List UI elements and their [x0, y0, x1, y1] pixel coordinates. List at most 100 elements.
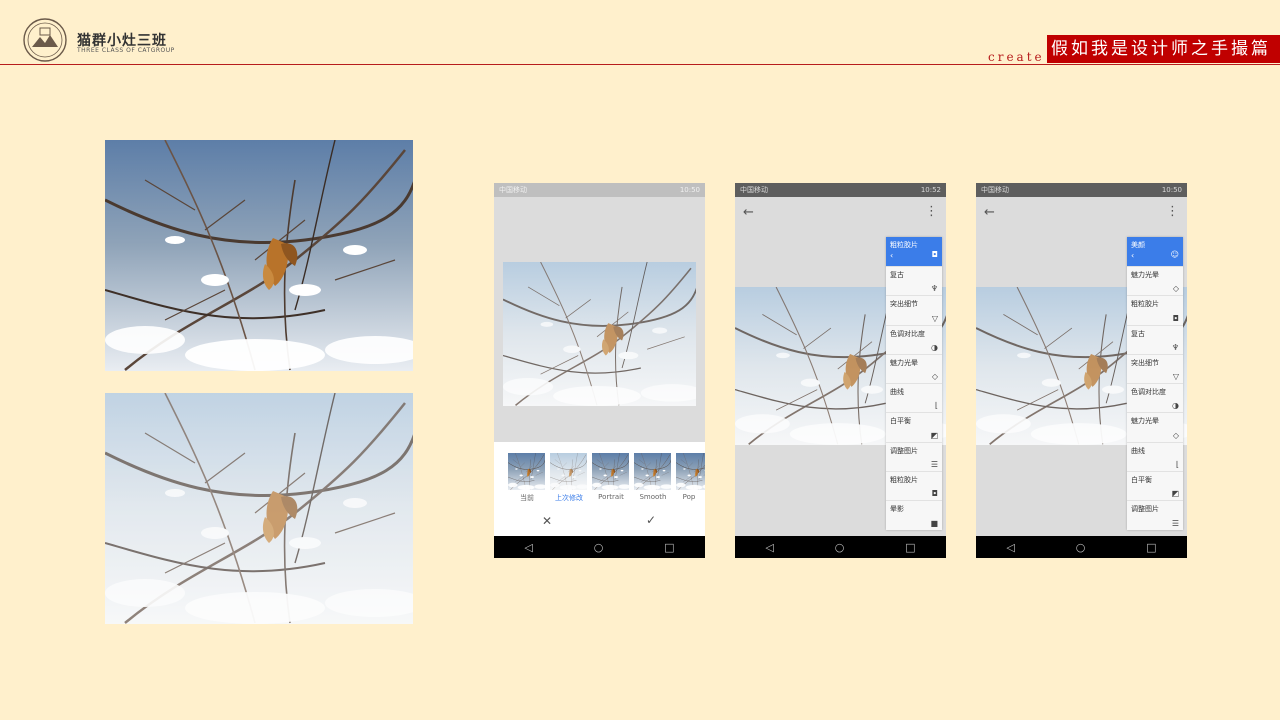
nav-back-icon[interactable]: ◁ — [1006, 541, 1014, 554]
filter-thumb-portrait[interactable] — [592, 453, 629, 490]
phone-screenshot-filters: 中国移动 10:50 当前 上次修改 Portrait Smooth Pop ✕… — [494, 183, 705, 558]
menu-item-label: 魅力光晕 — [1131, 417, 1159, 426]
menu-item-label: 曲线 — [1131, 446, 1145, 455]
menu-header[interactable]: 粗粒胶片 ‹ ◘ — [886, 237, 942, 266]
menu-item[interactable]: 调整图片 ☰ — [886, 441, 942, 471]
nav-home-icon[interactable]: ○ — [835, 541, 845, 554]
filter-thumb-smooth[interactable] — [634, 453, 671, 490]
back-arrow-icon[interactable]: ← — [984, 205, 995, 220]
menu-item[interactable]: 白平衡 ◩ — [1127, 471, 1183, 500]
tools-menu: 粗粒胶片 ‹ ◘ 复古 ♆ 突出细节 ▽ 色调对比度 ◑ 魅力光晕 ◇ 曲线 ⌊ 白平衡 ◩… — [886, 237, 942, 530]
menu-item-label: 粗粒胶片 — [890, 476, 918, 485]
menu-item[interactable]: 晕影 ■ — [886, 500, 942, 529]
menu-item[interactable]: 粗粒胶片 ◘ — [886, 471, 942, 500]
app-top-bar: ← ⋮ — [976, 197, 1187, 230]
menu-item-label: 调整图片 — [1131, 505, 1159, 514]
menu-header[interactable]: 美颜 ‹ ☺ — [1127, 237, 1183, 266]
menu-item[interactable]: 突出细节 ▽ — [886, 295, 942, 324]
menu-item[interactable]: 色调对比度 ◑ — [1127, 383, 1183, 412]
android-nav-bar: ◁ ○ □ — [976, 536, 1187, 558]
filter-thumb-last-edit[interactable] — [550, 453, 587, 490]
menu-item[interactable]: 魅力光晕 ◇ — [886, 353, 942, 383]
close-icon[interactable]: ✕ — [542, 514, 552, 528]
nav-back-icon[interactable]: ◁ — [524, 541, 532, 554]
carrier-label: 中国移动 — [499, 186, 527, 194]
chevron-left-icon[interactable]: ‹ — [1131, 251, 1134, 260]
more-vert-icon[interactable]: ⋮ — [925, 204, 938, 219]
filter-label: Smooth — [639, 493, 667, 501]
face-icon: ☺ — [1170, 250, 1179, 259]
status-bar: 中国移动 10:50 — [494, 183, 705, 197]
white-balance-icon: ◩ — [930, 430, 938, 440]
menu-item[interactable]: 色调对比度 ◑ — [886, 324, 942, 354]
tune-icon: ☰ — [1171, 518, 1179, 528]
menu-item[interactable]: 曲线 ⌊ — [1127, 441, 1183, 471]
tune-icon: ☰ — [930, 460, 938, 470]
menu-item[interactable]: 调整图片 ☰ — [1127, 500, 1183, 529]
menu-item-label: 复古 — [890, 271, 904, 279]
filter-thumb-current[interactable] — [508, 453, 545, 490]
brand-logo — [22, 17, 68, 67]
grain-icon: ◘ — [931, 489, 938, 499]
tools-menu: 美颜 ‹ ☺ 魅力光晕 ◇ 粗粒胶片 ◘ 复古 ♆ 突出细节 ▽ 色调对比度 ◑ 魅力光晕… — [1127, 237, 1183, 530]
menu-item[interactable]: 突出细节 ▽ — [1127, 353, 1183, 383]
menu-item[interactable]: 复古 ♆ — [1127, 324, 1183, 354]
menu-item-label: 色调对比度 — [890, 329, 925, 338]
original-photo — [105, 140, 413, 371]
menu-item[interactable]: 曲线 ⌊ — [886, 383, 942, 412]
nav-home-icon[interactable]: ○ — [594, 541, 604, 554]
menu-item[interactable]: 白平衡 ◩ — [886, 412, 942, 441]
edited-photo — [105, 393, 413, 624]
carrier-label: 中国移动 — [981, 186, 1009, 194]
vignette-icon: ■ — [930, 518, 938, 528]
clock-label: 10:50 — [679, 186, 700, 194]
back-arrow-icon[interactable]: ← — [743, 205, 754, 220]
contrast-icon: ◑ — [931, 342, 938, 352]
menu-item-label: 白平衡 — [890, 417, 911, 426]
menu-item-label: 晕影 — [890, 505, 904, 514]
android-nav-bar: ◁ ○ □ — [735, 536, 946, 558]
check-icon[interactable]: ✓ — [646, 513, 656, 527]
menu-item-label: 复古 — [1131, 329, 1145, 338]
nav-recents-icon[interactable]: □ — [905, 541, 915, 554]
clock-label: 10:50 — [1161, 186, 1182, 194]
slide-title: 假如我是设计师之手撮篇 — [1047, 35, 1280, 63]
vintage-icon: ♆ — [1171, 342, 1179, 352]
menu-item[interactable]: 复古 ♆ — [886, 266, 942, 295]
app-top-bar: ← ⋮ — [735, 197, 946, 230]
filter-thumb-pop[interactable] — [676, 453, 705, 490]
grain-icon: ◘ — [1172, 313, 1179, 323]
menu-item-label: 色调对比度 — [1131, 388, 1166, 397]
create-label: create — [988, 50, 1045, 64]
menu-header-label: 粗粒胶片 — [890, 241, 918, 249]
chevron-left-icon[interactable]: ‹ — [890, 251, 893, 260]
menu-item-label: 魅力光晕 — [1131, 271, 1159, 279]
filter-strip: 当前 上次修改 Portrait Smooth Pop ✕ ✓ — [494, 442, 705, 536]
android-nav-bar: ◁ ○ □ — [494, 536, 705, 558]
phone-screenshot-tools-menu: 中国移动 10:52 ← ⋮ 粗粒胶片 ‹ ◘ 复古 ♆ 突出细节 ▽ 色调对比度 ◑… — [735, 183, 946, 558]
phone-screenshot-beauty-menu: 中国移动 10:50 ← ⋮ 美颜 ‹ ☺ 魅力光晕 ◇ 粗粒胶片 ◘ 复古 ♆ 突出… — [976, 183, 1187, 558]
details-icon: ▽ — [931, 313, 938, 323]
menu-item[interactable]: 魅力光晕 ◇ — [1127, 412, 1183, 441]
white-balance-icon: ◩ — [1171, 489, 1179, 499]
menu-item-label: 粗粒胶片 — [1131, 300, 1159, 309]
menu-item-label: 曲线 — [890, 388, 904, 397]
more-vert-icon[interactable]: ⋮ — [1166, 204, 1179, 219]
nav-recents-icon[interactable]: □ — [1146, 541, 1156, 554]
menu-item[interactable]: 粗粒胶片 ◘ — [1127, 295, 1183, 324]
nav-home-icon[interactable]: ○ — [1076, 541, 1086, 554]
contrast-icon: ◑ — [1172, 401, 1179, 411]
glamour-glow-icon: ◇ — [1172, 284, 1179, 294]
menu-item-label: 白平衡 — [1131, 476, 1152, 485]
menu-item-label: 突出细节 — [890, 300, 918, 309]
curves-icon: ⌊ — [1175, 460, 1179, 470]
brand-subtitle: THREE CLASS OF CATGROUP — [77, 47, 175, 54]
menu-item-label: 突出细节 — [1131, 358, 1159, 367]
nav-recents-icon[interactable]: □ — [664, 541, 674, 554]
slide-header: 猫群小灶三班 THREE CLASS OF CATGROUP create 假如… — [0, 0, 1280, 66]
nav-back-icon[interactable]: ◁ — [765, 541, 773, 554]
menu-header-label: 美颜 — [1131, 241, 1145, 249]
menu-item[interactable]: 魅力光晕 ◇ — [1127, 266, 1183, 295]
menu-item-label: 调整图片 — [890, 446, 918, 455]
menu-item-label: 魅力光晕 — [890, 358, 918, 367]
